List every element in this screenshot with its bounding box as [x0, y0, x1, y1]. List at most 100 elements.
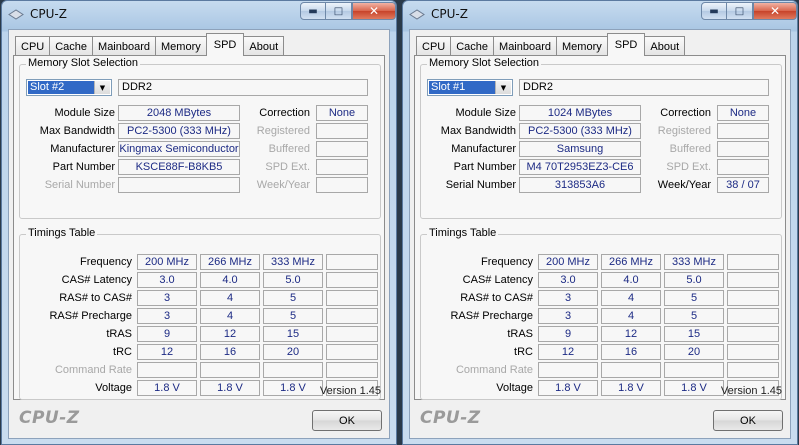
- timing-cell: [200, 362, 260, 378]
- tab-cpu[interactable]: CPU: [15, 36, 51, 56]
- timing-row-label: tRC: [514, 346, 533, 358]
- tab-memory[interactable]: Memory: [155, 36, 207, 56]
- window-client: CPU Cache Mainboard Memory SPD About Mem…: [8, 29, 390, 439]
- maximize-button[interactable]: □: [326, 2, 352, 20]
- timings-table-group: Timings Table Frequency 200 MHz 266 MHz 333…: [420, 227, 782, 400]
- ok-button[interactable]: OK: [312, 410, 382, 431]
- window-title: CPU-Z: [30, 7, 67, 21]
- timing-cell: 1.8 V: [601, 380, 661, 396]
- timing-cell: 4: [200, 290, 260, 306]
- tab-memory[interactable]: Memory: [556, 36, 608, 56]
- timing-row-label: Voltage: [496, 382, 533, 394]
- buffered-label: Buffered: [669, 143, 711, 155]
- tab-cpu[interactable]: CPU: [416, 36, 452, 56]
- slot-dropdown[interactable]: Slot #1 ▼: [427, 79, 513, 96]
- timing-cell: [326, 272, 378, 288]
- timing-cell: [727, 344, 779, 360]
- timing-cell: 200 MHz: [538, 254, 598, 270]
- timing-cell: 16: [200, 344, 260, 360]
- version-label: Version 1.45: [319, 385, 381, 397]
- ok-button[interactable]: OK: [713, 410, 783, 431]
- close-button[interactable]: ✕: [352, 2, 396, 20]
- maximize-button[interactable]: □: [727, 2, 753, 20]
- timing-cell: 16: [601, 344, 661, 360]
- timing-cell: [727, 254, 779, 270]
- timing-cell: 4: [601, 290, 661, 306]
- timing-cell: [727, 326, 779, 342]
- cpuz-window-slot1: CPU-Z ▬ □ ✕ CPU Cache Mainboard Memory S…: [402, 0, 798, 445]
- slot-selected-value: Slot #1: [429, 81, 495, 94]
- tab-about[interactable]: About: [243, 36, 285, 56]
- title-bar[interactable]: CPU-Z ▬ □ ✕: [403, 1, 797, 29]
- timing-row-label: Command Rate: [455, 364, 533, 376]
- timing-cell: 3: [538, 308, 598, 324]
- dropdown-arrow-icon[interactable]: ▼: [94, 81, 110, 94]
- tab-about[interactable]: About: [644, 36, 686, 56]
- timing-cell: [538, 362, 598, 378]
- module-size-value: 2048 MBytes: [118, 105, 240, 121]
- tab-spd[interactable]: SPD: [606, 33, 646, 56]
- timing-cell: [326, 254, 378, 270]
- timing-cell: 266 MHz: [601, 254, 661, 270]
- timing-cell: 20: [263, 344, 323, 360]
- serial-number-value: 313853A6: [519, 177, 641, 193]
- tab-strip: CPU Cache Mainboard Memory SPD About: [15, 33, 285, 56]
- timing-row-label: RAS# to CAS#: [460, 292, 533, 304]
- timing-cell: [263, 362, 323, 378]
- timing-cell: 1.8 V: [538, 380, 598, 396]
- registered-label: Registered: [256, 125, 310, 137]
- minimize-button[interactable]: ▬: [701, 2, 727, 20]
- timing-row-label: tRAS: [106, 328, 132, 340]
- timing-row-label: RAS# to CAS#: [59, 292, 132, 304]
- part-number-value: KSCE88F-B8KB5: [118, 159, 240, 175]
- tab-spd[interactable]: SPD: [205, 33, 245, 56]
- max-bandwidth-label: Max Bandwidth: [440, 125, 516, 137]
- timing-row-label: Command Rate: [54, 364, 132, 376]
- timing-cell: 333 MHz: [263, 254, 323, 270]
- serial-number-label: Serial Number: [44, 179, 115, 191]
- serial-number-label: Serial Number: [445, 179, 516, 191]
- max-bandwidth-value: PC2-5300 (333 MHz): [519, 123, 641, 139]
- memory-type-field: DDR2: [519, 79, 769, 96]
- timing-row-label: RAS# Precharge: [450, 310, 533, 322]
- close-icon: ✕: [368, 4, 380, 18]
- correction-label: Correction: [660, 107, 711, 119]
- timing-row-label: RAS# Precharge: [49, 310, 132, 322]
- timing-cell: 3.0: [538, 272, 598, 288]
- module-size-label: Module Size: [54, 107, 115, 119]
- timing-cell: 5: [664, 308, 724, 324]
- spd-ext-value: [316, 159, 368, 175]
- timing-cell: [326, 344, 378, 360]
- timing-row-label: tRC: [113, 346, 132, 358]
- timing-cell: 4: [601, 308, 661, 324]
- timing-row-label: Voltage: [95, 382, 132, 394]
- close-button[interactable]: ✕: [753, 2, 797, 20]
- timing-cell: [326, 326, 378, 342]
- timings-table-group: Timings Table Frequency 200 MHz 266 MHz 333…: [19, 227, 381, 400]
- registered-value: [316, 123, 368, 139]
- maximize-icon: □: [734, 5, 745, 17]
- spd-panel: Memory Slot Selection Slot #1 ▼ DDR2 Mod…: [414, 55, 786, 400]
- window-client: CPU Cache Mainboard Memory SPD About Mem…: [409, 29, 791, 439]
- slot-dropdown[interactable]: Slot #2 ▼: [26, 79, 112, 96]
- timing-cell: [326, 290, 378, 306]
- maximize-icon: □: [333, 5, 344, 17]
- registered-label: Registered: [657, 125, 711, 137]
- tab-cache[interactable]: Cache: [49, 36, 94, 56]
- minimize-icon: ▬: [308, 5, 318, 17]
- memory-slot-selection-group: Memory Slot Selection Slot #1 ▼ DDR2 Mod…: [420, 57, 782, 219]
- timing-row-label: tRAS: [507, 328, 533, 340]
- tab-cache[interactable]: Cache: [450, 36, 495, 56]
- timing-cell: [727, 308, 779, 324]
- tab-mainboard[interactable]: Mainboard: [92, 36, 157, 56]
- tab-mainboard[interactable]: Mainboard: [493, 36, 558, 56]
- minimize-button[interactable]: ▬: [300, 2, 326, 20]
- title-bar[interactable]: CPU-Z ▬ □ ✕: [2, 1, 396, 29]
- week-year-label: Week/Year: [657, 179, 711, 191]
- slot-selected-value: Slot #2: [28, 81, 94, 94]
- timing-cell: 1.8 V: [200, 380, 260, 396]
- timing-row-label: Frequency: [481, 256, 533, 268]
- week-year-label: Week/Year: [256, 179, 310, 191]
- buffered-value: [316, 141, 368, 157]
- dropdown-arrow-icon[interactable]: ▼: [495, 81, 511, 94]
